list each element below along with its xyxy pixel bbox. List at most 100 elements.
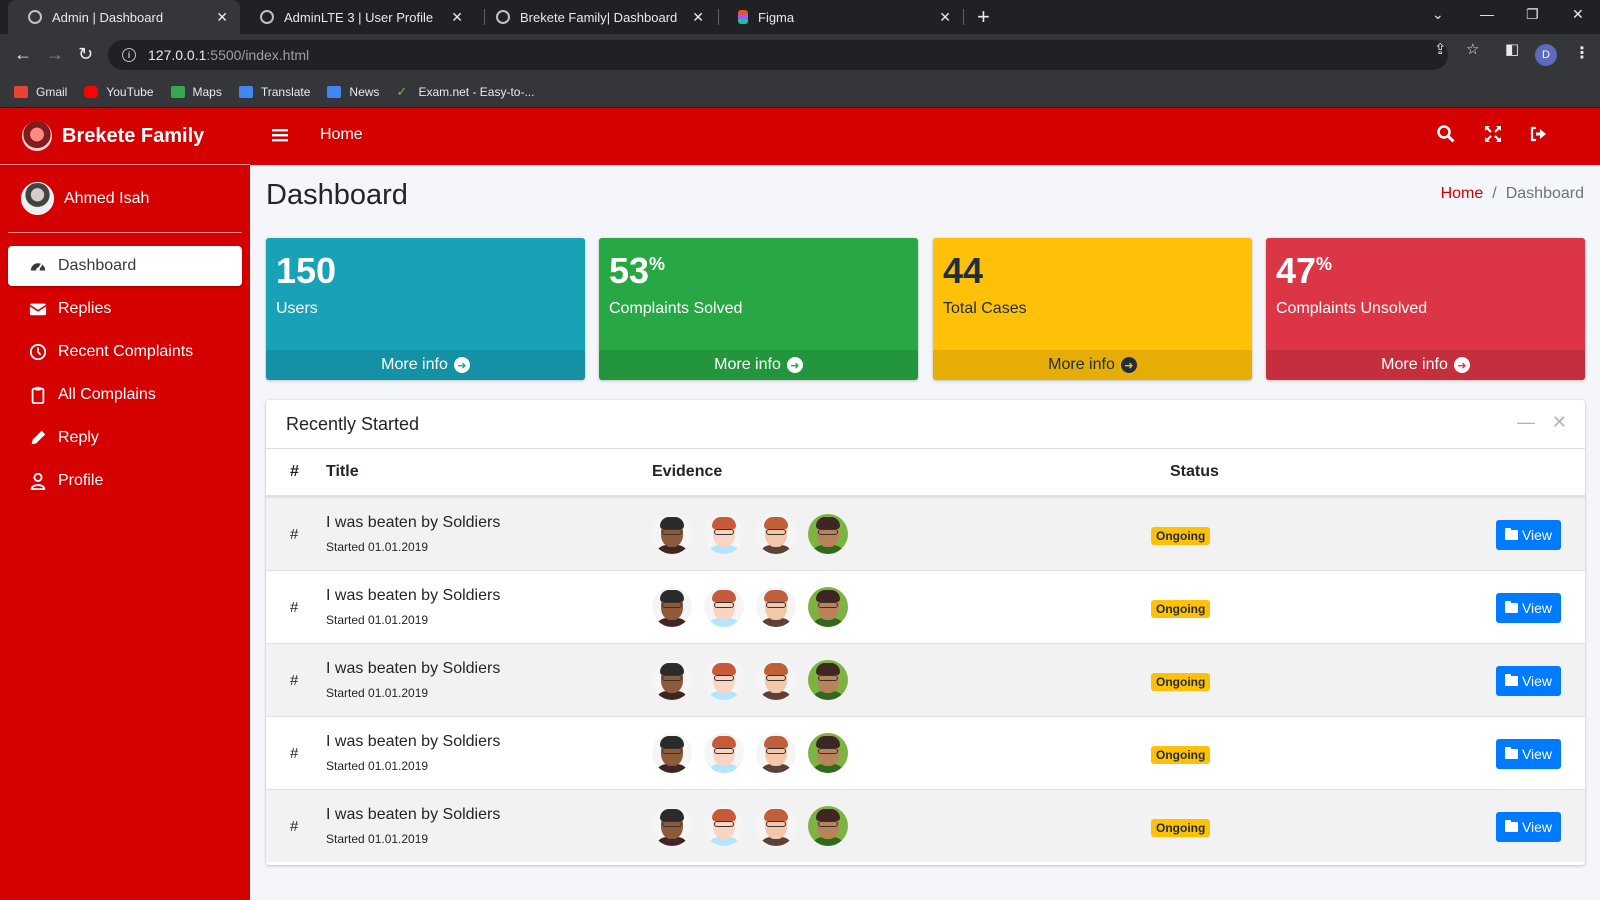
close-icon[interactable]: ✕ — [1552, 412, 1567, 433]
view-button[interactable]: View — [1496, 593, 1561, 623]
evidence-avatar-1 — [652, 733, 692, 773]
stat-label: Complaints Solved — [609, 300, 743, 317]
sidebar-item-label: Reply — [58, 429, 99, 446]
evidence-avatar-2 — [704, 514, 744, 554]
stat-box-complaints-unsolved: 47% Complaints Unsolved More info ➜ — [1266, 238, 1585, 380]
stat-value: 150 — [276, 250, 337, 291]
logout-icon[interactable] — [1529, 125, 1547, 148]
more-info-link[interactable]: More info ➜ — [933, 350, 1252, 380]
close-icon[interactable]: ✕ — [216, 9, 228, 26]
arrow-circle-right-icon: ➜ — [453, 357, 470, 373]
column-header-title: Title — [326, 463, 359, 480]
bookmark-translate[interactable]: Translate — [238, 85, 310, 99]
row-hash: # — [290, 818, 299, 835]
recently-started-card: Recently Started — ✕ # Title Evidence St… — [266, 400, 1585, 865]
browser-tab-admin-dashboard[interactable]: Admin | Dashboard ✕ — [8, 0, 240, 34]
row-hash: # — [290, 526, 299, 543]
sidebar-item-profile[interactable]: Profile — [8, 461, 242, 501]
evidence-avatar-1 — [652, 806, 692, 846]
evidence-avatar-2 — [704, 806, 744, 846]
sidebar-item-label: All Complains — [58, 386, 156, 403]
bookmark-label: News — [349, 84, 380, 99]
sidebar-item-replies[interactable]: Replies — [8, 289, 242, 329]
back-icon[interactable]: ← — [14, 44, 32, 65]
close-icon[interactable]: ✕ — [692, 9, 704, 26]
view-button[interactable]: View — [1496, 812, 1561, 842]
gmail-icon — [14, 85, 28, 98]
sidebar-item-recent-complaints[interactable]: Recent Complaints — [8, 332, 242, 372]
close-icon[interactable]: ✕ — [939, 9, 951, 26]
bookmark-gmail[interactable]: Gmail — [14, 85, 67, 99]
stat-box-complaints-solved: 53% Complaints Solved More info ➜ — [599, 238, 918, 380]
column-header-status: Status — [1170, 463, 1219, 480]
view-button[interactable]: View — [1496, 739, 1561, 769]
tab-search-icon[interactable]: ⌄ — [1432, 6, 1444, 23]
more-info-link[interactable]: More info ➜ — [266, 350, 585, 380]
close-icon[interactable]: ✕ — [451, 9, 463, 26]
sidebar-item-dashboard[interactable]: Dashboard — [8, 246, 242, 286]
browser-tab-figma[interactable]: Figma ✕ — [718, 0, 963, 34]
column-header-evidence: Evidence — [652, 463, 723, 480]
view-button-label: View — [1521, 746, 1553, 762]
new-tab-icon[interactable]: + — [977, 4, 990, 30]
bookmark-exam-net[interactable]: ✓ Exam.net - Easy-to-... — [396, 85, 534, 99]
user-icon — [28, 471, 48, 491]
more-menu-icon[interactable]: ⋮ — [1574, 43, 1590, 63]
figma-icon — [738, 10, 748, 24]
breadcrumb-home-link[interactable]: Home — [1441, 185, 1484, 203]
address-bar[interactable]: i 127.0.0.1:5500/index.html — [108, 40, 1448, 70]
table-header: # Title Evidence Status — [266, 449, 1585, 497]
site-info-icon[interactable]: i — [122, 48, 136, 62]
bookmarks-bar: Gmail YouTube Maps Translate News ✓ Exam.… — [0, 76, 1600, 108]
collapse-icon[interactable]: — — [1517, 412, 1535, 433]
table-row: # I was beaten by Soldiers Started 01.01.2… — [266, 570, 1585, 643]
bookmark-label: Gmail — [36, 84, 68, 99]
stat-value: 47% — [1276, 250, 1333, 291]
nav-home-link[interactable]: Home — [320, 126, 363, 144]
brand-link[interactable]: Brekete Family — [0, 108, 250, 165]
dashboard-icon — [28, 256, 48, 276]
view-button[interactable]: View — [1496, 666, 1561, 696]
view-button[interactable]: View — [1496, 520, 1561, 550]
brand-logo — [22, 121, 52, 151]
more-info-link[interactable]: More info ➜ — [599, 350, 918, 380]
evidence-avatar-4 — [808, 587, 848, 627]
hamburger-icon[interactable] — [272, 127, 288, 148]
more-info-link[interactable]: More info ➜ — [1266, 350, 1585, 380]
sidebar-item-reply[interactable]: Reply — [8, 418, 242, 458]
bookmark-label: YouTube — [106, 84, 154, 99]
fullscreen-icon[interactable] — [1484, 125, 1502, 148]
sidebar-item-all-complains[interactable]: All Complains — [8, 375, 242, 415]
view-button-label: View — [1521, 600, 1553, 616]
forward-icon[interactable]: → — [46, 44, 64, 65]
sidebar-item-label: Profile — [58, 472, 104, 489]
browser-tab-user-profile[interactable]: AdminLTE 3 | User Profile ✕ — [240, 0, 475, 34]
evidence-avatar-3 — [756, 733, 796, 773]
bookmark-star-icon[interactable]: ☆ — [1466, 40, 1479, 58]
search-icon[interactable] — [1437, 125, 1455, 148]
sidebar-item-label: Recent Complaints — [58, 343, 194, 360]
side-panel-icon[interactable]: ◧ — [1505, 40, 1519, 58]
bookmark-news[interactable]: News — [327, 85, 379, 99]
profile-avatar[interactable]: D — [1535, 44, 1557, 66]
user-panel[interactable]: Ahmed Isah — [8, 165, 242, 233]
evidence-avatars — [652, 660, 860, 700]
reload-icon[interactable]: ↻ — [78, 44, 93, 65]
browser-tab-brekete-dashboard[interactable]: Brekete Family| Dashboard ✕ — [476, 0, 716, 34]
minimize-icon[interactable]: — — [1480, 6, 1494, 22]
arrow-circle-right-icon: ➜ — [1453, 357, 1470, 373]
maps-icon — [170, 85, 185, 98]
evidence-avatar-1 — [652, 587, 692, 627]
restore-icon[interactable]: ❐ — [1526, 6, 1539, 23]
evidence-avatar-2 — [704, 733, 744, 773]
complaint-title: I was beaten by Soldiers — [326, 806, 501, 823]
window-close-icon[interactable]: ✕ — [1572, 6, 1584, 23]
column-header-hash: # — [290, 463, 299, 480]
url-path: :5500/index.html — [206, 47, 310, 63]
evidence-avatars — [652, 733, 860, 773]
bookmark-youtube[interactable]: YouTube — [84, 84, 154, 99]
evidence-avatar-3 — [756, 587, 796, 627]
bookmark-maps[interactable]: Maps — [170, 85, 222, 99]
user-name: Ahmed Isah — [64, 189, 150, 207]
share-icon[interactable]: ⇪ — [1434, 40, 1447, 58]
